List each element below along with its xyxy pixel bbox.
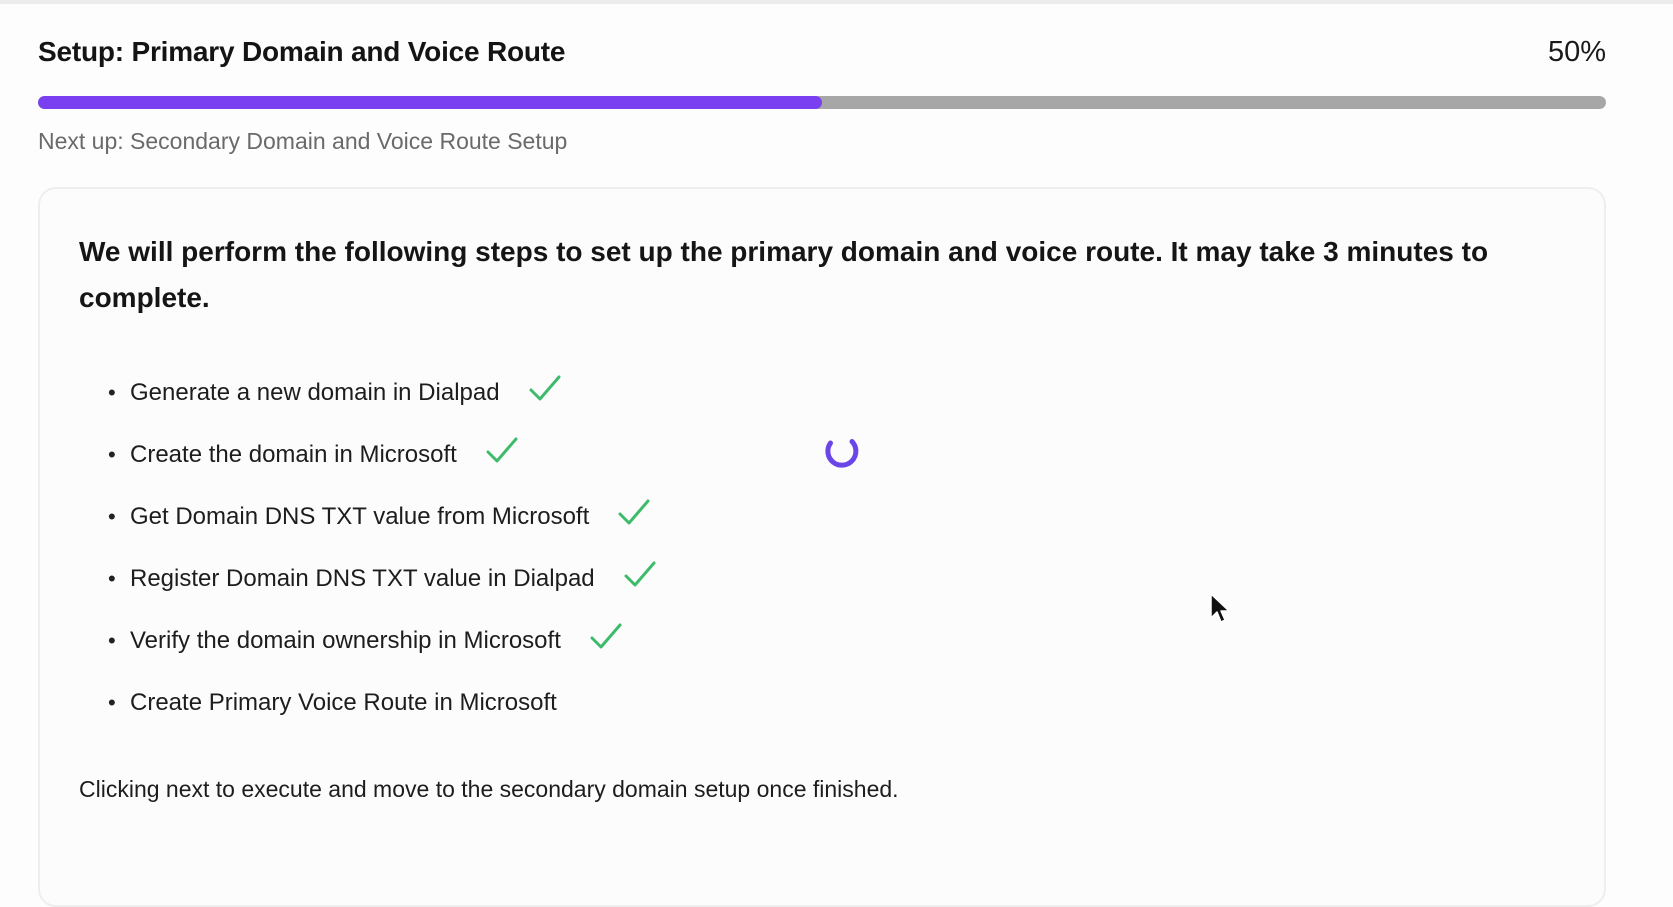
step-item: • Register Domain DNS TXT value in Dialp…	[108, 548, 657, 610]
bullet-icon: •	[108, 690, 116, 715]
checkmark-icon	[486, 437, 518, 463]
step-item: • Create the domain in Microsoft	[108, 424, 657, 486]
checkmark-icon	[618, 499, 650, 525]
progress-percent: 50%	[1547, 36, 1606, 68]
mouse-pointer-icon	[1210, 593, 1230, 623]
page-title: Setup: Primary Domain and Voice Route	[38, 36, 566, 67]
step-label: Verify the domain ownership in Microsoft	[130, 627, 561, 654]
bullet-icon: •	[108, 628, 116, 653]
bullet-icon: •	[108, 504, 116, 529]
bullet-icon: •	[108, 566, 116, 591]
step-item: • Verify the domain ownership in Microso…	[108, 610, 657, 672]
step-label: Register Domain DNS TXT value in Dialpad	[130, 565, 595, 592]
checkmark-icon	[624, 561, 656, 587]
step-item: • Generate a new domain in Dialpad	[108, 362, 657, 424]
steps-list: • Generate a new domain in Dialpad • Cre…	[108, 362, 657, 734]
progress-bar-fill	[38, 96, 822, 109]
bullet-icon: •	[108, 380, 116, 405]
step-item: • Create Primary Voice Route in Microsof…	[108, 672, 657, 734]
footer-note: Clicking next to execute and move to the…	[79, 776, 899, 802]
step-label: Get Domain DNS TXT value from Microsoft	[130, 503, 590, 530]
setup-steps-card: We will perform the following steps to s…	[38, 187, 1606, 907]
progress-bar	[38, 96, 1606, 109]
checkmark-icon	[590, 623, 622, 649]
step-label: Create Primary Voice Route in Microsoft	[130, 689, 557, 716]
checkmark-icon	[529, 375, 561, 401]
window-top-border	[0, 0, 1673, 4]
step-item: • Get Domain DNS TXT value from Microsof…	[108, 486, 657, 548]
bullet-icon: •	[108, 442, 116, 467]
step-label: Generate a new domain in Dialpad	[130, 379, 500, 406]
steps-intro: We will perform the following steps to s…	[79, 236, 1489, 313]
loading-spinner-icon	[825, 439, 859, 468]
step-label: Create the domain in Microsoft	[130, 441, 457, 468]
next-up-label: Next up: Secondary Domain and Voice Rout…	[38, 128, 568, 154]
setup-header: Setup: Primary Domain and Voice Route 50…	[38, 34, 1606, 74]
